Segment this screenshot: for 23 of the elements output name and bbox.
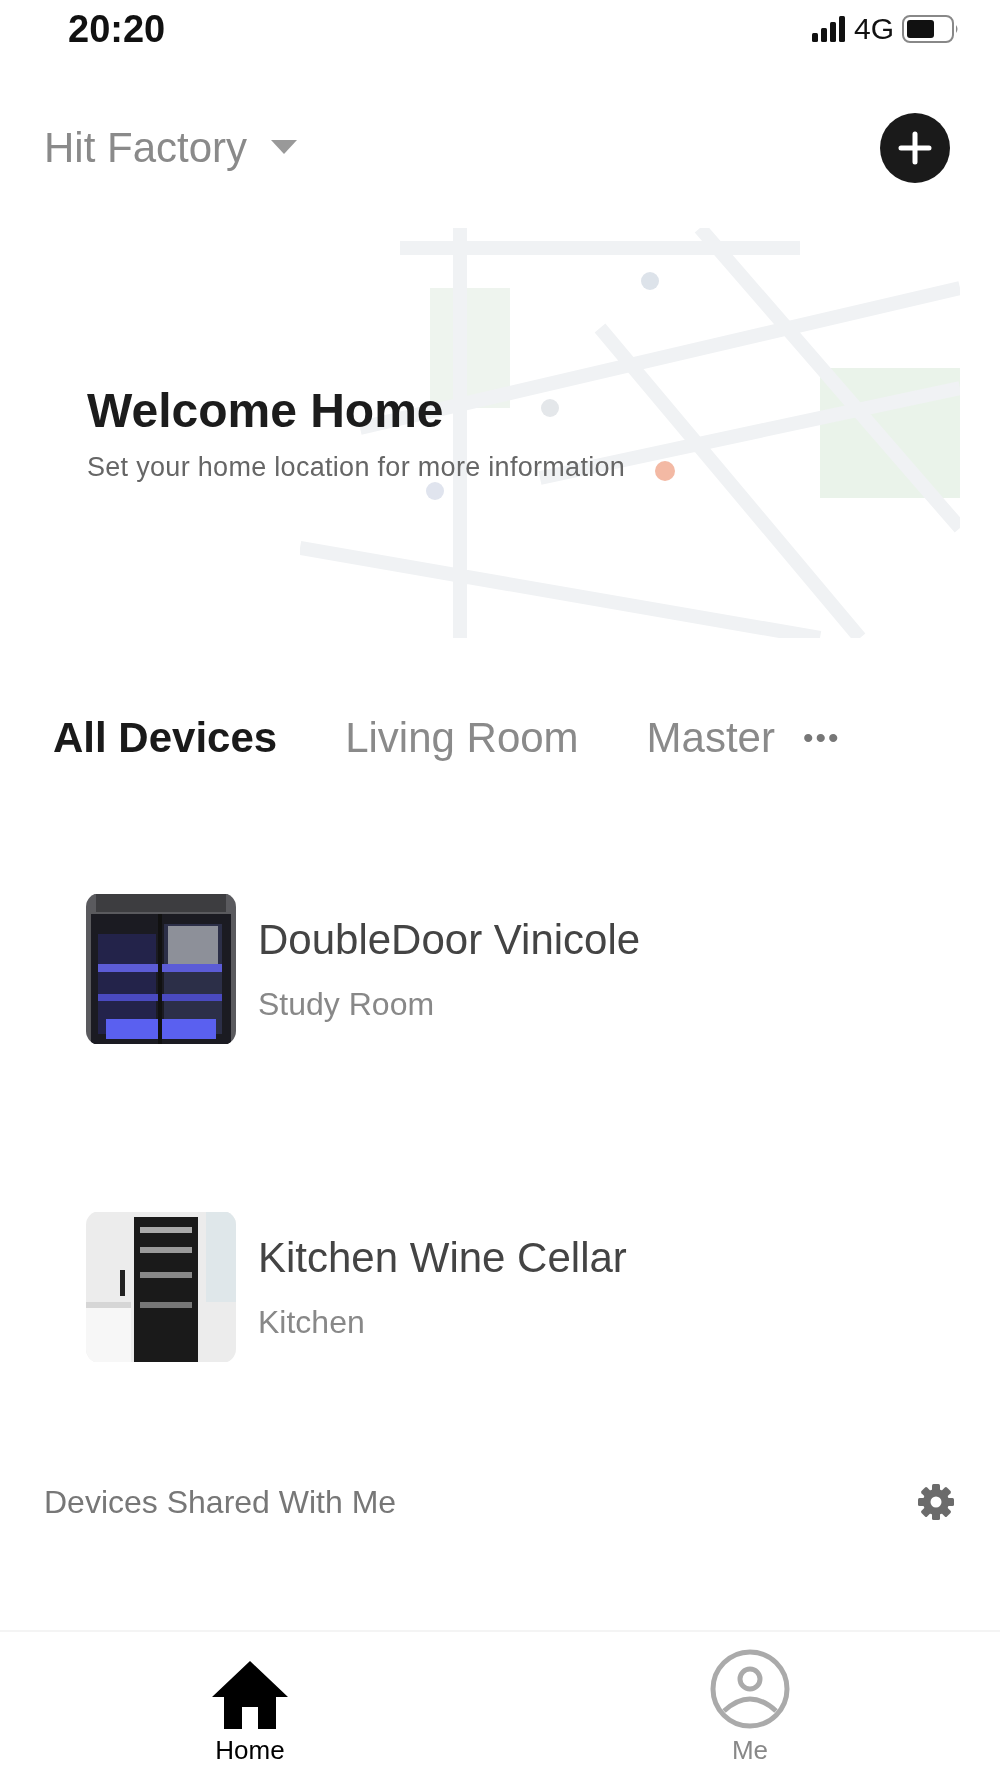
signal-icon	[811, 16, 846, 42]
plus-icon	[898, 131, 932, 165]
caret-icon	[271, 140, 298, 156]
home-selector[interactable]: Hit Factory	[44, 124, 298, 172]
device-name[interactable]: Kitchen Wine Cellar	[258, 1233, 627, 1282]
room-tab[interactable]: Living Room	[345, 714, 579, 762]
nav-tab[interactable]: Me	[500, 1632, 1000, 1778]
banner-title: Welcome Home	[87, 383, 445, 438]
home-icon	[210, 1659, 290, 1729]
room-tab[interactable]: Master	[646, 714, 775, 762]
banner-subtitle: Set your home location for more information	[87, 452, 627, 483]
settings-icon[interactable]	[917, 1483, 955, 1521]
device-room: Study Room	[258, 985, 436, 1023]
network-label: 4G	[853, 12, 894, 46]
battery-icon	[902, 15, 960, 43]
more-button[interactable]: •••	[802, 721, 841, 755]
profile-icon	[710, 1649, 790, 1729]
device-name[interactable]: DoubleDoor Vinicole	[258, 915, 641, 964]
status-time: 20:20	[68, 7, 166, 51]
shared-devices-label: Devices Shared With Me	[44, 1483, 397, 1521]
nav-tab[interactable]: Home	[0, 1632, 500, 1778]
room-tab[interactable]: All Devices	[53, 714, 278, 762]
device-room: Kitchen	[258, 1303, 366, 1341]
